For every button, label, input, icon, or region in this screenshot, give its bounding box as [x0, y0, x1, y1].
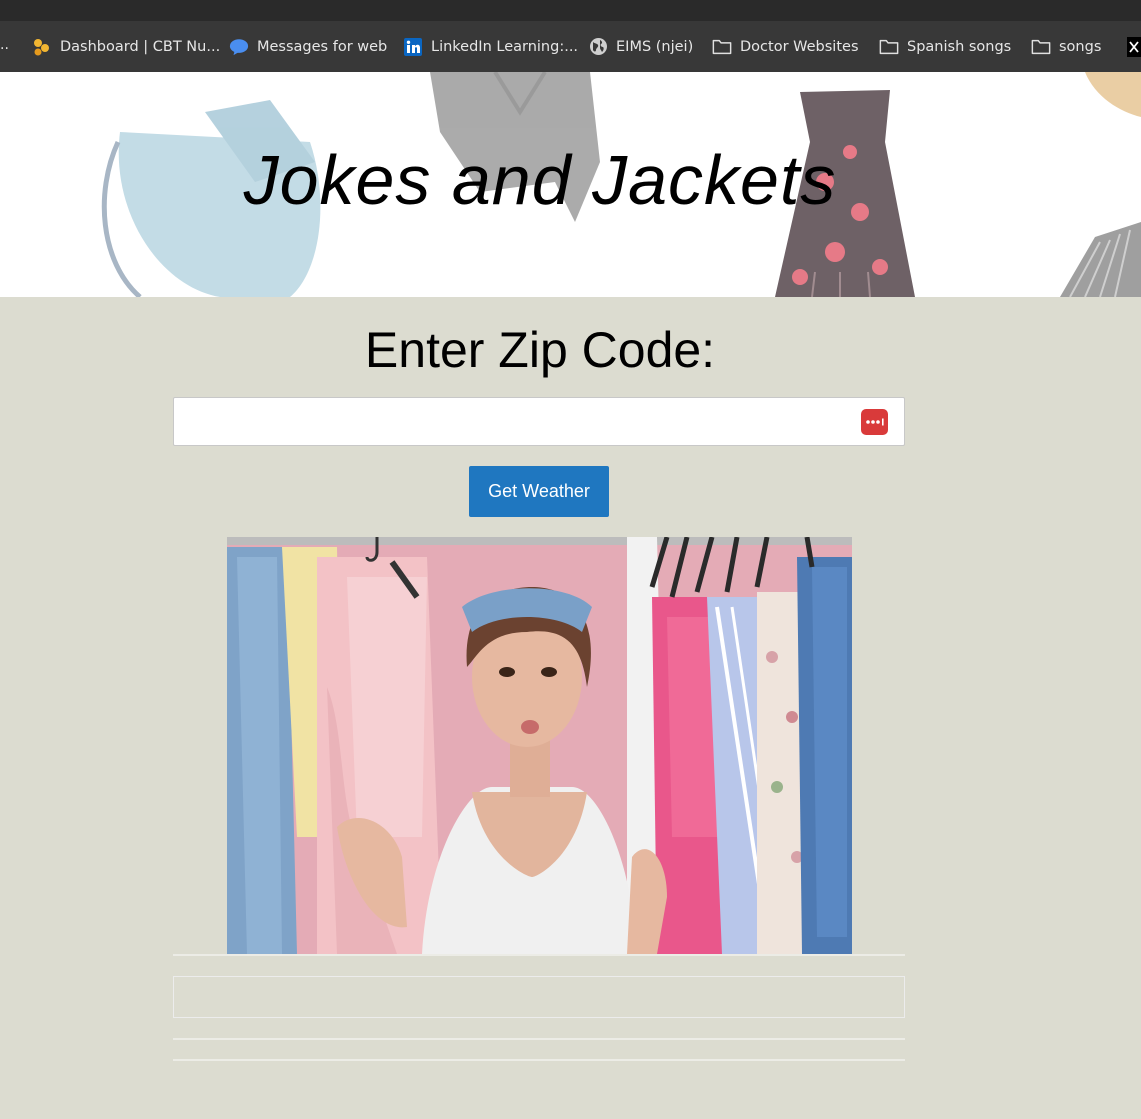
bookmark-spanish-songs[interactable]: Spanish songs — [879, 21, 1011, 72]
bookmark-linkedin-learning[interactable]: LinkedIn Learning:... — [403, 21, 578, 72]
bookmark-label: songs — [1059, 38, 1102, 55]
zip-code-input[interactable] — [173, 397, 905, 446]
divider — [173, 1059, 905, 1061]
bookmark-label: EIMS (njei) — [616, 38, 694, 55]
divider — [173, 1038, 905, 1040]
folder-icon — [712, 37, 732, 57]
linkedin-icon — [403, 37, 423, 57]
cbt-nuggets-icon — [32, 37, 52, 57]
get-weather-button[interactable]: Get Weather — [469, 466, 609, 517]
messages-icon — [229, 37, 249, 57]
header-banner: Jokes and Jackets — [0, 72, 1141, 297]
main-content: Enter Zip Code: Get Weather — [0, 297, 1141, 1119]
bookmark-messages[interactable]: Messages for web — [229, 21, 387, 72]
bookmarks-bar: .. Dashboard | CBT Nu... Messages for we… — [0, 21, 1141, 72]
bookmark-cbt-nuggets[interactable]: Dashboard | CBT Nu... — [32, 21, 220, 72]
divider — [173, 954, 905, 956]
bookmark-label: Messages for web — [257, 38, 388, 55]
site-title: Jokes and Jackets — [243, 141, 837, 219]
clothing-rack-photo — [227, 537, 852, 954]
bookmark-doctor-websites[interactable]: Doctor Websites — [712, 21, 859, 72]
globe-icon — [588, 37, 608, 57]
bookmark-songs[interactable]: songs — [1031, 21, 1101, 72]
browser-tab-strip — [0, 0, 1141, 21]
bookmark-label: Spanish songs — [907, 38, 1012, 55]
bookmark-label: Doctor Websites — [740, 38, 859, 55]
password-manager-icon[interactable] — [861, 409, 888, 435]
bookmark-label: Dashboard | CBT Nu... — [60, 38, 221, 55]
folder-icon — [879, 37, 899, 57]
bookmark-eims[interactable]: EIMS (njei) — [588, 21, 693, 72]
folder-icon — [1031, 37, 1051, 57]
bookmarks-overflow-text: .. — [0, 37, 9, 53]
zip-code-heading: Enter Zip Code: — [364, 322, 716, 378]
bookmark-label: LinkedIn Learning:... — [431, 38, 579, 55]
weather-result-box — [173, 976, 905, 1018]
x-icon[interactable] — [1127, 21, 1141, 72]
